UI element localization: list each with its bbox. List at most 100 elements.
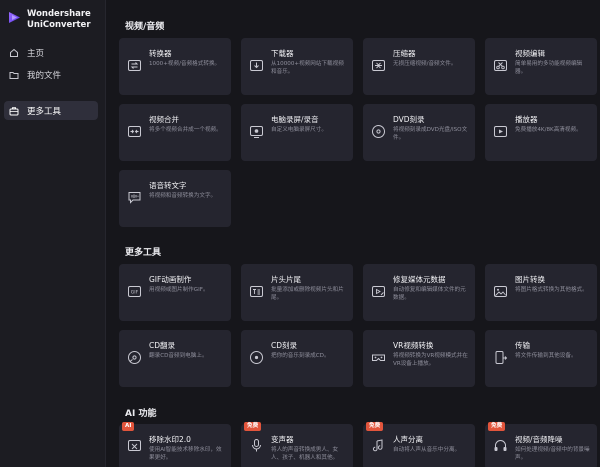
card-desc: 翻录CD音频到电脑上。 bbox=[149, 353, 208, 359]
tool-card-fix-metadata[interactable]: 修复媒体元数据 自动修复和编辑媒体文件的元数据。 bbox=[363, 264, 475, 321]
card-desc: 免费播放4K/8K高清视频。 bbox=[515, 127, 582, 133]
sidebar-item-my-files[interactable]: 我的文件 bbox=[4, 65, 98, 84]
tool-card-vr-converter[interactable]: VR视频转换 将视频转换为VR视频模式并在VR设备上播放。 bbox=[363, 330, 475, 387]
card-desc: 如何处理视频/音频中的背景噪声。 bbox=[515, 447, 590, 461]
card-title: 片头片尾 bbox=[271, 275, 301, 284]
tool-card-cd-ripper[interactable]: CD翻录 翻录CD音频到电脑上。 bbox=[119, 330, 231, 387]
card-desc: 从10000+视频网站下载视频和音乐。 bbox=[271, 61, 344, 75]
vocal-separate-icon bbox=[372, 439, 383, 452]
card-title: 修复媒体元数据 bbox=[393, 275, 446, 284]
card-title: 播放器 bbox=[515, 115, 538, 124]
tool-card-speech-to-text[interactable]: 语音转文字 将视频和音频转换为文字。 bbox=[119, 170, 231, 227]
main-content: 视频/音频 转换器 1000+视频/音频格式转换。 下载器 从10000+视频网… bbox=[107, 0, 600, 467]
tool-card-dvd-burner[interactable]: DVD刻录 将视频刻录成DVD光盘/ISO文件。 bbox=[363, 104, 475, 161]
card-desc: 将视频转换为VR视频模式并在VR设备上播放。 bbox=[393, 353, 468, 367]
card-title: 移除水印2.0 bbox=[149, 435, 191, 444]
card-desc: 将视频和音频转换为文字。 bbox=[149, 193, 217, 199]
card-title: 传输 bbox=[515, 341, 530, 350]
tool-card-screen-recorder[interactable]: 电脑录屏/录音 自定义电脑录屏尺寸。 bbox=[241, 104, 353, 161]
free-badge: 免费 bbox=[366, 422, 384, 431]
app-name-line2: UniConverter bbox=[27, 20, 91, 30]
screen-record-icon bbox=[250, 126, 263, 138]
section-title-video-audio: 视频/音频 bbox=[125, 22, 165, 32]
toolbox-icon bbox=[9, 106, 19, 116]
app-logo: Wondershare UniConverter bbox=[8, 9, 91, 31]
card-desc: 将视频刻录成DVD光盘/ISO文件。 bbox=[393, 127, 468, 141]
tool-card-video-merge[interactable]: 视频合并 将多个视频合并成一个视频。 bbox=[119, 104, 231, 161]
tool-card-watermark-remover[interactable]: AI 移除水印2.0 使用AI智能技术移除水印，效果更好。 bbox=[119, 422, 231, 467]
tool-card-noise-reduction[interactable]: 免费 视频/音频降噪 如何处理视频/音频中的背景噪声。 bbox=[485, 422, 597, 467]
tool-card-vocal-remover[interactable]: 免费 人声分离 自动将人声从音乐中分离。 bbox=[363, 422, 475, 467]
card-desc: 将人的声音转换成男人、女人、孩子、机器人和其他。 bbox=[271, 447, 339, 461]
tool-card-transfer[interactable]: 传输 将文件传输到其他设备。 bbox=[485, 330, 597, 387]
free-badge: 免费 bbox=[488, 422, 506, 431]
disc-icon bbox=[372, 125, 385, 138]
tool-card-intro-outro[interactable]: 片头片尾 批量添加或删除视频片头和片尾。 bbox=[241, 264, 353, 321]
card-desc: 将文件传输到其他设备。 bbox=[515, 353, 577, 359]
card-desc: 使用AI智能技术移除水印，效果更好。 bbox=[149, 447, 222, 461]
card-desc: 无损压缩视频/音频文件。 bbox=[393, 61, 457, 67]
card-desc: 1000+视频/音频格式转换。 bbox=[149, 61, 221, 67]
section-title-more-tools: 更多工具 bbox=[125, 248, 162, 258]
sidebar-item-home[interactable]: 主页 bbox=[4, 43, 98, 62]
image-icon bbox=[494, 286, 507, 297]
card-desc: 用视频或图片制作GIF。 bbox=[149, 287, 209, 293]
tool-card-cd-burner[interactable]: CD刻录 把你的音乐刻录成CD。 bbox=[241, 330, 353, 387]
card-desc: 将多个视频合并成一个视频。 bbox=[149, 127, 222, 133]
tool-card-gif-maker[interactable]: GIF GIF动画制作 用视频或图片制作GIF。 bbox=[119, 264, 231, 321]
tool-card-voice-changer[interactable]: 免费 变声器 将人的声音转换成男人、女人、孩子、机器人和其他。 bbox=[241, 422, 353, 467]
tool-card-compressor[interactable]: 压缩器 无损压缩视频/音频文件。 bbox=[363, 38, 475, 95]
section-title-ai: AI 功能 bbox=[125, 409, 157, 419]
card-title: VR视频转换 bbox=[393, 341, 434, 350]
sidebar-item-more-tools[interactable]: 更多工具 bbox=[4, 101, 98, 120]
intro-outro-icon bbox=[250, 286, 263, 297]
sidebar: Wondershare UniConverter 主页 我的文件 更多工具 bbox=[0, 0, 106, 467]
home-icon bbox=[9, 48, 19, 58]
transfer-icon bbox=[495, 351, 508, 364]
video-edit-icon bbox=[494, 60, 507, 71]
cd-burn-icon bbox=[250, 351, 263, 364]
player-icon bbox=[494, 126, 507, 137]
tool-card-converter[interactable]: 转换器 1000+视频/音频格式转换。 bbox=[119, 38, 231, 95]
gif-icon: GIF bbox=[128, 286, 141, 297]
card-desc: 将图片格式转换为其他格式。 bbox=[515, 287, 588, 293]
card-title: GIF动画制作 bbox=[149, 275, 192, 284]
voice-changer-icon bbox=[252, 439, 261, 452]
sidebar-item-label: 我的文件 bbox=[27, 70, 62, 81]
free-badge: 免费 bbox=[244, 422, 262, 431]
card-desc: 自定义电脑录屏尺寸。 bbox=[271, 127, 327, 133]
card-title: 转换器 bbox=[149, 49, 172, 58]
tool-card-image-converter[interactable]: 图片转换 将图片格式转换为其他格式。 bbox=[485, 264, 597, 321]
tool-card-video-editor[interactable]: 视频编辑 简单易用的多功能视频编辑器。 bbox=[485, 38, 597, 95]
tool-card-downloader[interactable]: 下载器 从10000+视频网站下载视频和音乐。 bbox=[241, 38, 353, 95]
download-icon bbox=[250, 60, 263, 71]
metadata-icon bbox=[372, 286, 385, 297]
card-title: 视频/音频降噪 bbox=[515, 435, 563, 444]
cd-rip-icon bbox=[128, 351, 141, 364]
card-title: 语音转文字 bbox=[149, 181, 187, 190]
uniconverter-logo-icon bbox=[9, 12, 20, 23]
merge-icon bbox=[128, 126, 141, 137]
card-title: 变声器 bbox=[271, 435, 294, 444]
card-title: 视频合并 bbox=[149, 115, 179, 124]
app-name-line1: Wondershare bbox=[27, 9, 91, 19]
card-title: 电脑录屏/录音 bbox=[271, 115, 319, 124]
tool-card-player[interactable]: 播放器 免费播放4K/8K高清视频。 bbox=[485, 104, 597, 161]
compress-icon bbox=[372, 60, 385, 71]
ai-badge: AI bbox=[122, 422, 135, 431]
card-title: 视频编辑 bbox=[515, 49, 545, 58]
card-desc: 简单易用的多功能视频编辑器。 bbox=[515, 61, 583, 75]
card-desc: 自动将人声从音乐中分离。 bbox=[393, 447, 461, 453]
card-title: DVD刻录 bbox=[393, 115, 425, 124]
headphones-icon bbox=[494, 440, 507, 451]
sidebar-item-label: 更多工具 bbox=[27, 106, 62, 117]
card-title: CD刻录 bbox=[271, 341, 298, 350]
card-desc: 把你的音乐刻录成CD。 bbox=[271, 353, 330, 359]
vr-icon bbox=[372, 354, 385, 361]
card-desc: 批量添加或删除视频片头和片尾。 bbox=[271, 287, 344, 301]
sidebar-item-label: 主页 bbox=[27, 48, 45, 59]
card-title: 人声分离 bbox=[393, 435, 423, 444]
watermark-remove-icon bbox=[128, 440, 141, 451]
converter-icon bbox=[128, 60, 141, 71]
card-title: 下载器 bbox=[271, 49, 294, 58]
